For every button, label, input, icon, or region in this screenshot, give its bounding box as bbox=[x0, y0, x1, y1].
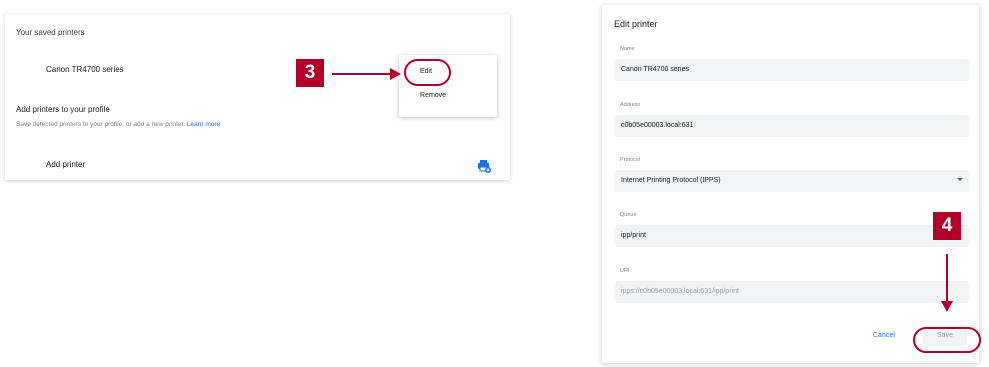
uri-label: URI bbox=[620, 268, 630, 274]
step-3-arrow bbox=[332, 68, 401, 80]
step-4-arrow bbox=[941, 254, 953, 312]
saved-printer-item[interactable]: Canon TR4700 series bbox=[46, 65, 124, 74]
name-value: Canon TR4700 series bbox=[621, 66, 689, 73]
edit-highlight-ring bbox=[404, 59, 451, 86]
queue-label: Queue bbox=[620, 212, 637, 218]
address-value: c0b05e00003.local:631 bbox=[621, 122, 694, 129]
address-label: Address bbox=[620, 102, 641, 108]
name-field[interactable]: Canon TR4700 series bbox=[615, 59, 969, 81]
dropdown-caret-icon bbox=[957, 178, 963, 181]
protocol-select[interactable]: Internet Printing Protocol (IPPS) bbox=[615, 170, 969, 192]
uri-value: ipps://c0b05e00003.local:631/ipp/print bbox=[621, 288, 739, 295]
learn-more-link[interactable]: Learn more bbox=[187, 121, 220, 128]
add-printers-heading: Add printers to your profile bbox=[16, 105, 110, 114]
uri-field: ipps://c0b05e00003.local:631/ipp/print bbox=[615, 281, 969, 303]
saved-printers-heading: Your saved printers bbox=[16, 28, 85, 37]
address-field[interactable]: c0b05e00003.local:631 bbox=[615, 115, 969, 137]
add-printer-button[interactable]: Add printer bbox=[46, 160, 85, 169]
dialog-title: Edit printer bbox=[614, 19, 658, 29]
add-printers-subtext: Save detected printers to your profile, … bbox=[16, 121, 220, 128]
edit-printer-dialog: Edit printer Name Canon TR4700 series Ad… bbox=[602, 5, 979, 363]
protocol-label: Protocol bbox=[620, 157, 641, 163]
queue-value: ipp/print bbox=[621, 232, 646, 239]
name-label: Name bbox=[620, 46, 635, 52]
remove-menu-item[interactable]: Remove bbox=[420, 92, 446, 99]
save-highlight-ring bbox=[913, 327, 981, 353]
add-printer-icon[interactable] bbox=[477, 159, 491, 173]
cancel-button[interactable]: Cancel bbox=[873, 332, 895, 339]
protocol-value: Internet Printing Protocol (IPPS) bbox=[621, 177, 721, 184]
step-4-badge: 4 bbox=[933, 212, 961, 240]
step-3-badge: 3 bbox=[296, 59, 324, 87]
queue-field[interactable]: ipp/print bbox=[615, 225, 969, 247]
add-printers-description: Save detected printers to your profile, … bbox=[16, 121, 186, 128]
